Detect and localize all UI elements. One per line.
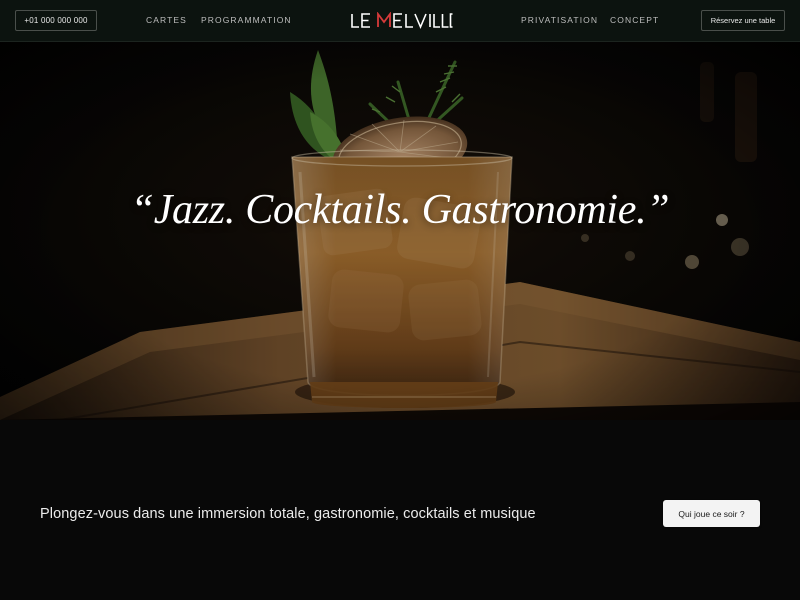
hero-banner: “Jazz. Cocktails. Gastronomie.” xyxy=(0,42,800,420)
whos-playing-tonight-button[interactable]: Qui joue ce soir ? xyxy=(663,500,760,527)
reserve-table-button[interactable]: Réservez une table xyxy=(701,10,785,31)
phone-button[interactable]: +01 000 000 000 xyxy=(15,10,97,31)
nav-link-programmation[interactable]: Programmation xyxy=(201,15,292,25)
logo[interactable] xyxy=(351,12,453,30)
top-nav: +01 000 000 000 Cartes Programmation xyxy=(0,0,800,42)
nav-link-concept[interactable]: Concept xyxy=(610,15,659,25)
intro-tagline: Plongez-vous dans une immersion totale, … xyxy=(40,506,536,522)
nav-link-cartes[interactable]: Cartes xyxy=(146,15,187,25)
nav-link-privatisation[interactable]: Privatisation xyxy=(521,15,598,25)
hero-quote: “Jazz. Cocktails. Gastronomie.” xyxy=(130,187,670,233)
intro-section: Plongez-vous dans une immersion totale, … xyxy=(0,420,800,600)
